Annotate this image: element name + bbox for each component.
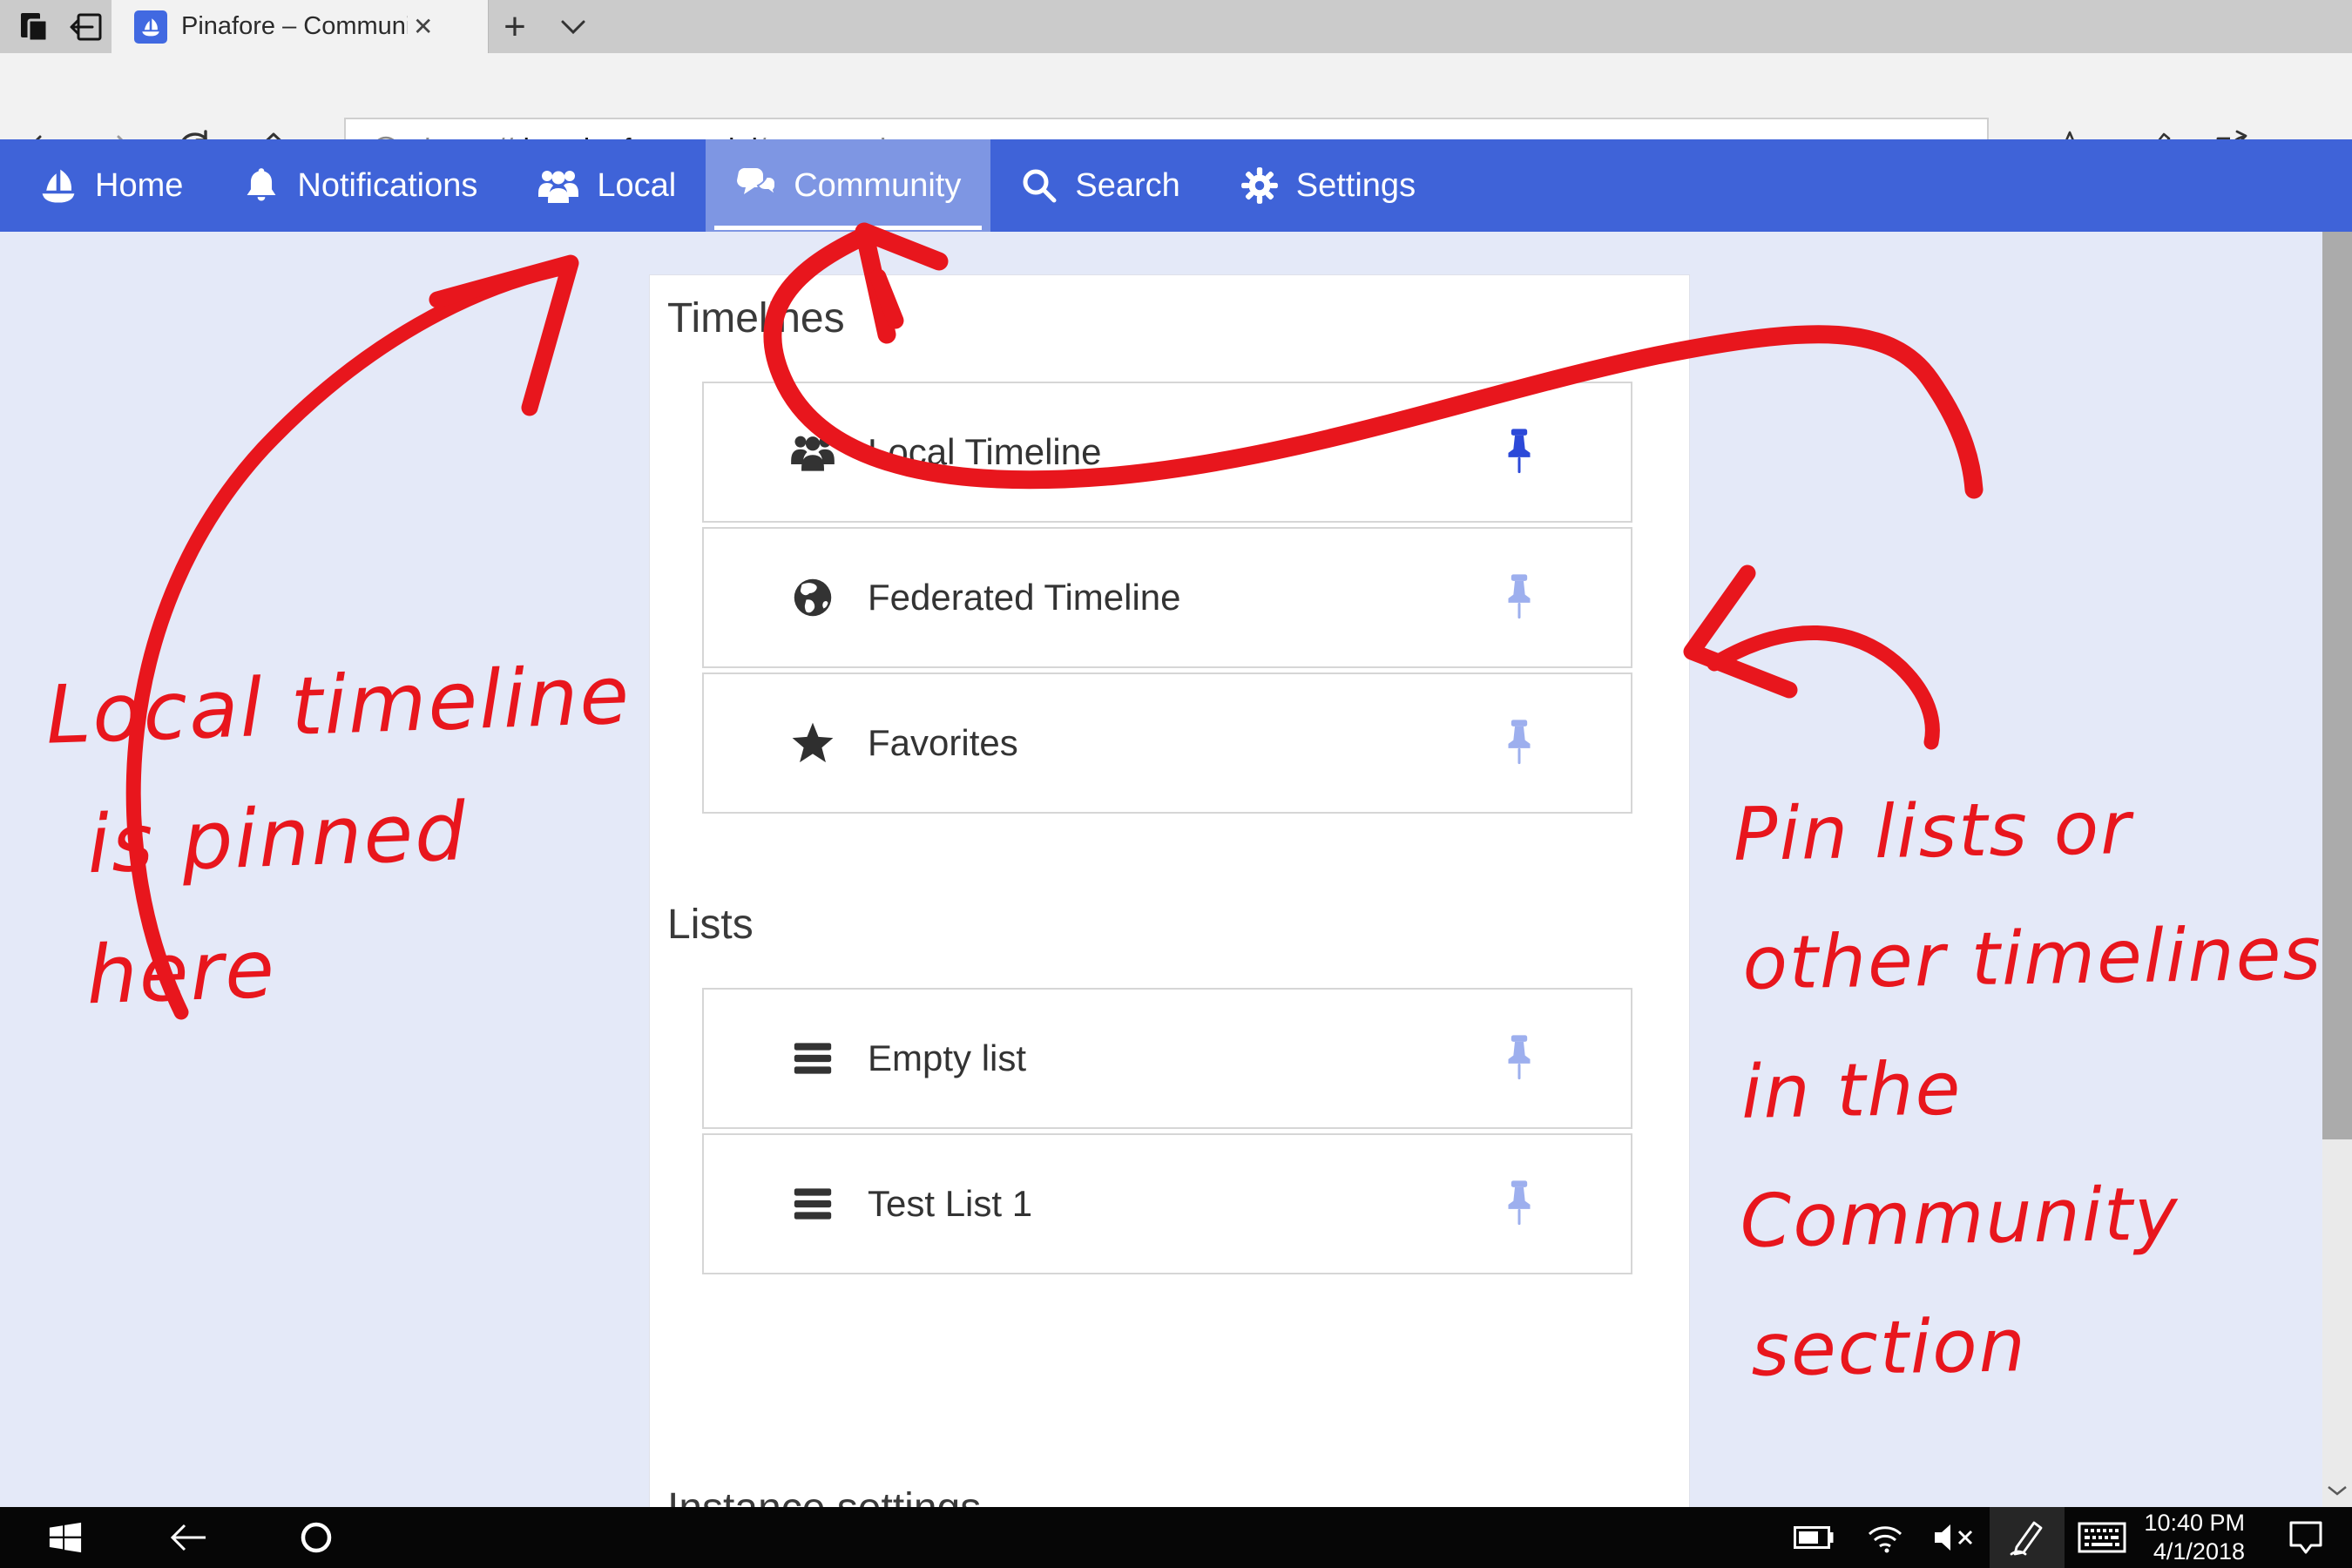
new-tab-button[interactable]: + xyxy=(484,0,545,53)
row-local-timeline[interactable]: Local Timeline xyxy=(702,382,1632,523)
handwritten-note-left: Local timeline is pinned here xyxy=(44,630,641,1042)
browser-toolbar: https://dev.pinafore.social/community xyxy=(0,53,2352,139)
community-card: Timelines Local Timeline Federated Timel… xyxy=(649,274,1690,1511)
row-favorites[interactable]: Favorites xyxy=(702,672,1632,814)
note-line: is pinned xyxy=(85,760,638,910)
people-icon xyxy=(537,167,580,204)
touch-keyboard-icon[interactable] xyxy=(2070,1507,2134,1568)
nav-label: Community xyxy=(794,167,961,205)
row-label: Test List 1 xyxy=(868,1183,1032,1225)
note-line: Community xyxy=(1739,1146,2328,1286)
pin-icon-inactive[interactable] xyxy=(1502,574,1537,621)
star-icon xyxy=(787,721,838,765)
nav-item-search[interactable]: Search xyxy=(990,139,1209,232)
row-empty-list[interactable]: Empty list xyxy=(702,988,1632,1129)
scrollbar-thumb[interactable] xyxy=(2322,232,2352,1139)
windows-taskbar: 10:40 PM 4/1/2018 xyxy=(0,1507,2352,1568)
wifi-icon[interactable] xyxy=(1859,1507,1911,1568)
browser-tab[interactable]: Pinafore – Community ✕ xyxy=(112,0,489,53)
pinafore-favicon xyxy=(134,10,167,44)
nav-item-community[interactable]: Community xyxy=(706,139,990,232)
pin-icon-active[interactable] xyxy=(1502,429,1537,476)
set-tabs-aside-icon[interactable] xyxy=(66,7,106,47)
note-line: in the xyxy=(1740,1017,2326,1157)
note-line: section xyxy=(1750,1275,2330,1415)
note-line: Local timeline xyxy=(44,630,632,781)
nav-label: Search xyxy=(1075,167,1179,205)
search-icon xyxy=(1020,166,1058,205)
sailboat-icon xyxy=(38,166,78,206)
cortana-icon[interactable] xyxy=(286,1507,347,1568)
battery-icon[interactable] xyxy=(1788,1507,1840,1568)
taskbar-back-icon[interactable] xyxy=(157,1507,218,1568)
nav-label: Home xyxy=(95,167,183,205)
windows-ink-pen-icon[interactable] xyxy=(1990,1507,2065,1568)
nav-label: Notifications xyxy=(297,167,477,205)
section-heading-timelines: Timelines xyxy=(667,294,845,342)
note-line: other timelines xyxy=(1741,889,2323,1028)
windows-start-icon[interactable] xyxy=(35,1507,96,1568)
nav-item-home[interactable]: Home xyxy=(9,139,213,232)
volume-muted-icon[interactable] xyxy=(1927,1507,1983,1568)
nav-label: Settings xyxy=(1296,167,1416,205)
row-label: Empty list xyxy=(868,1037,1026,1079)
row-label: Favorites xyxy=(868,722,1018,764)
timelines-row-group: Local Timeline Federated Timeline Favori… xyxy=(702,382,1632,818)
nav-item-local[interactable]: Local xyxy=(507,139,706,232)
lists-row-group: Empty list Test List 1 xyxy=(702,988,1632,1279)
list-icon xyxy=(787,1041,838,1076)
taskbar-clock[interactable]: 10:40 PM 4/1/2018 xyxy=(2139,1507,2245,1568)
browser-tab-bar: Pinafore – Community ✕ + xyxy=(0,0,2352,53)
globe-icon xyxy=(787,576,838,619)
clock-date: 4/1/2018 xyxy=(2153,1538,2245,1566)
bell-icon xyxy=(242,166,280,206)
nav-label: Local xyxy=(597,167,676,205)
pin-icon-inactive[interactable] xyxy=(1502,720,1537,767)
pin-icon-inactive[interactable] xyxy=(1502,1180,1537,1227)
handwritten-note-right: Pin lists or other timelines in the Comm… xyxy=(1733,760,2330,1415)
note-line: here xyxy=(84,891,642,1041)
nav-item-settings[interactable]: Settings xyxy=(1210,139,1445,232)
nav-item-notifications[interactable]: Notifications xyxy=(213,139,507,232)
action-center-icon[interactable] xyxy=(2275,1507,2336,1568)
tab-title: Pinafore – Community xyxy=(181,12,408,41)
tab-stack-icon[interactable] xyxy=(14,7,54,47)
people-icon xyxy=(787,432,838,472)
gear-icon xyxy=(1240,166,1280,206)
tab-dropdown-icon[interactable] xyxy=(549,5,598,49)
scrollbar-down-icon[interactable] xyxy=(2322,1477,2352,1504)
tab-close-icon[interactable]: ✕ xyxy=(413,12,433,41)
clock-time: 10:40 PM xyxy=(2144,1509,2245,1538)
pin-icon-inactive[interactable] xyxy=(1502,1035,1537,1082)
screen: Pinafore – Community ✕ + https://dev.pin… xyxy=(0,0,2352,1568)
pinafore-nav-bar: Home Notifications Local Community Searc… xyxy=(0,139,2352,232)
note-line: Pin lists or xyxy=(1733,760,2322,899)
row-label: Federated Timeline xyxy=(868,577,1181,618)
row-label: Local Timeline xyxy=(868,431,1101,473)
chat-bubbles-icon xyxy=(735,166,777,205)
section-heading-lists: Lists xyxy=(667,901,754,949)
row-federated-timeline[interactable]: Federated Timeline xyxy=(702,527,1632,668)
row-test-list-1[interactable]: Test List 1 xyxy=(702,1133,1632,1274)
list-icon xyxy=(787,1186,838,1221)
